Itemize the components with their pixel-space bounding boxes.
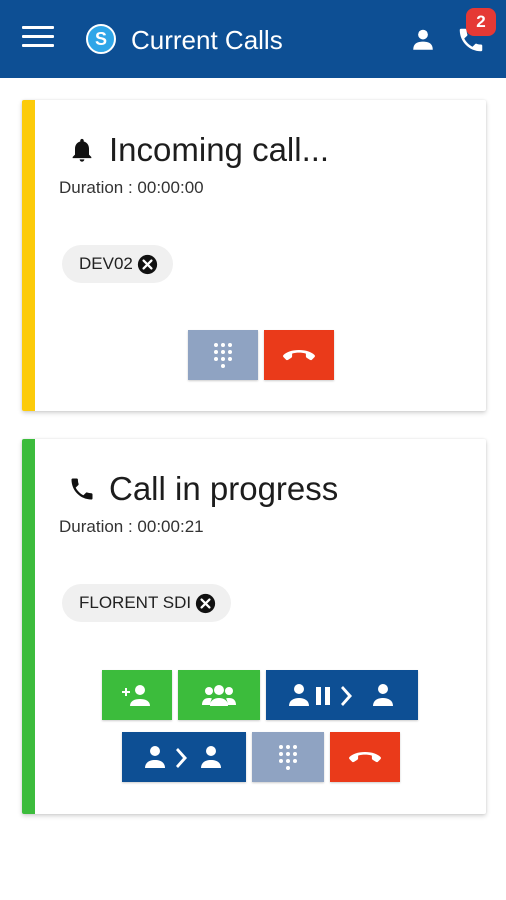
hold-transfer-icon	[289, 684, 393, 706]
participant-name: DEV02	[79, 254, 133, 273]
add-participant-icon	[122, 685, 150, 706]
call-status-title: Call in progress	[109, 470, 339, 507]
call-duration: Duration : 00:00:00	[59, 178, 204, 197]
dialpad-icon	[279, 745, 297, 770]
participant-chip: FLORENT SDI	[62, 584, 232, 622]
dialpad-button[interactable]	[188, 330, 258, 380]
notification-badge: 2	[466, 8, 496, 36]
hold-transfer-button[interactable]	[266, 670, 418, 720]
transfer-button[interactable]	[122, 732, 246, 782]
bell-icon	[72, 138, 92, 162]
menu-icon[interactable]	[22, 26, 54, 52]
phone-icon	[71, 478, 93, 500]
participant-name: FLORENT SDI	[79, 593, 192, 612]
call-status-title: Incoming call...	[109, 131, 330, 168]
status-stripe	[22, 439, 35, 814]
svg-text:S: S	[95, 29, 107, 49]
add-participant-button[interactable]	[102, 670, 172, 720]
call-duration: Duration : 00:00:21	[59, 517, 204, 536]
remove-participant-icon[interactable]	[195, 593, 216, 614]
call-card-incoming: Incoming call... Duration : 00:00:00 DEV…	[22, 100, 486, 411]
conference-button[interactable]	[178, 670, 260, 720]
group-icon	[202, 685, 236, 706]
hang-up-icon	[283, 350, 315, 361]
transfer-icon	[145, 746, 221, 768]
user-icon[interactable]	[410, 27, 436, 53]
hang-up-button[interactable]	[264, 330, 334, 380]
skype-logo-icon: S	[86, 24, 116, 54]
call-card-in-progress: Call in progress Duration : 00:00:21 FLO…	[22, 439, 486, 814]
page-title: Current Calls	[131, 25, 283, 55]
hang-up-button[interactable]	[330, 732, 400, 782]
dialpad-icon	[214, 343, 232, 368]
status-stripe	[22, 100, 35, 411]
app-bar: S Current Calls 2	[0, 0, 506, 78]
participant-chip: DEV02	[62, 245, 173, 283]
hang-up-icon	[349, 752, 381, 763]
remove-participant-icon[interactable]	[137, 254, 158, 275]
dialpad-button[interactable]	[252, 732, 324, 782]
